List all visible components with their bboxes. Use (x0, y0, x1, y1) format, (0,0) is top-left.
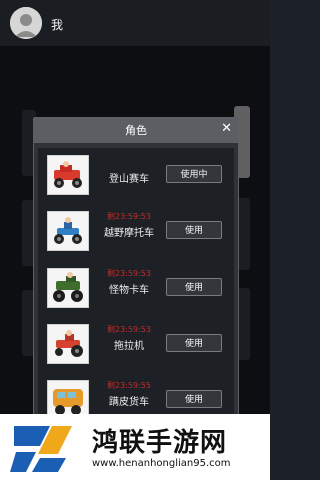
use-button[interactable]: 使用 (166, 390, 222, 408)
vehicle-list[interactable]: 登山赛车 使用中 剩23:59:53 越野摩托车 使用 剩23:59:53 怪物… (38, 148, 234, 418)
van-icon (48, 381, 88, 418)
use-button[interactable]: 使用 (166, 278, 222, 296)
hippie-van-thumbnail (47, 380, 89, 418)
dirt-bike-thumbnail (47, 211, 89, 251)
remaining-time: 剩23:59:53 (107, 325, 151, 334)
list-item: 登山赛车 使用中 (38, 152, 234, 204)
close-icon[interactable]: ✕ (221, 118, 232, 140)
tractor-icon (48, 325, 88, 363)
vehicle-name: 拖拉机 (114, 341, 144, 352)
dialog-header: 角色 ✕ (34, 118, 238, 143)
me-label: 我 (51, 18, 64, 32)
list-item: 剩23:59:53 怪物卡车 使用 (38, 265, 234, 317)
remaining-time: 剩23:59:53 (107, 212, 151, 221)
user-avatar[interactable] (10, 7, 42, 39)
avatar-icon (10, 7, 42, 39)
quad-bike-icon (48, 212, 88, 250)
in-use-button[interactable]: 使用中 (166, 165, 222, 183)
vehicle-name: 越野摩托车 (104, 228, 154, 239)
remaining-time: 剩23:59:55 (107, 381, 151, 390)
vehicle-name: 怪物卡车 (109, 285, 149, 296)
car-icon (48, 156, 88, 194)
list-item: 剩23:59:55 蹒皮货车 使用 (38, 377, 234, 418)
remaining-time: 剩23:59:53 (107, 269, 151, 278)
tractor-thumbnail (47, 324, 89, 364)
dialog-title: 角色 (125, 124, 147, 137)
monster-truck-icon (48, 269, 88, 307)
monster-truck-thumbnail (47, 268, 89, 308)
top-bar: 我 (0, 0, 270, 46)
vehicle-name: 蹒皮货车 (109, 397, 149, 408)
list-item: 剩23:59:53 越野摩托车 使用 (38, 208, 234, 260)
list-item: 剩23:59:53 拖拉机 使用 (38, 321, 234, 373)
watermark-banner: 鸿联手游网 www.henanhonglian95.com (0, 414, 270, 480)
character-dialog: 角色 ✕ 登山赛车 使用中 剩23:59:53 越野摩托车 使用 剩23:59:… (33, 117, 239, 419)
use-button[interactable]: 使用 (166, 221, 222, 239)
brand-logo (10, 426, 72, 472)
use-button[interactable]: 使用 (166, 334, 222, 352)
vehicle-name: 登山赛车 (109, 174, 149, 185)
hill-climb-car-thumbnail (47, 155, 89, 195)
watermark-title: 鸿联手游网 (92, 428, 228, 458)
watermark-url: www.henanhonglian95.com (92, 458, 231, 469)
